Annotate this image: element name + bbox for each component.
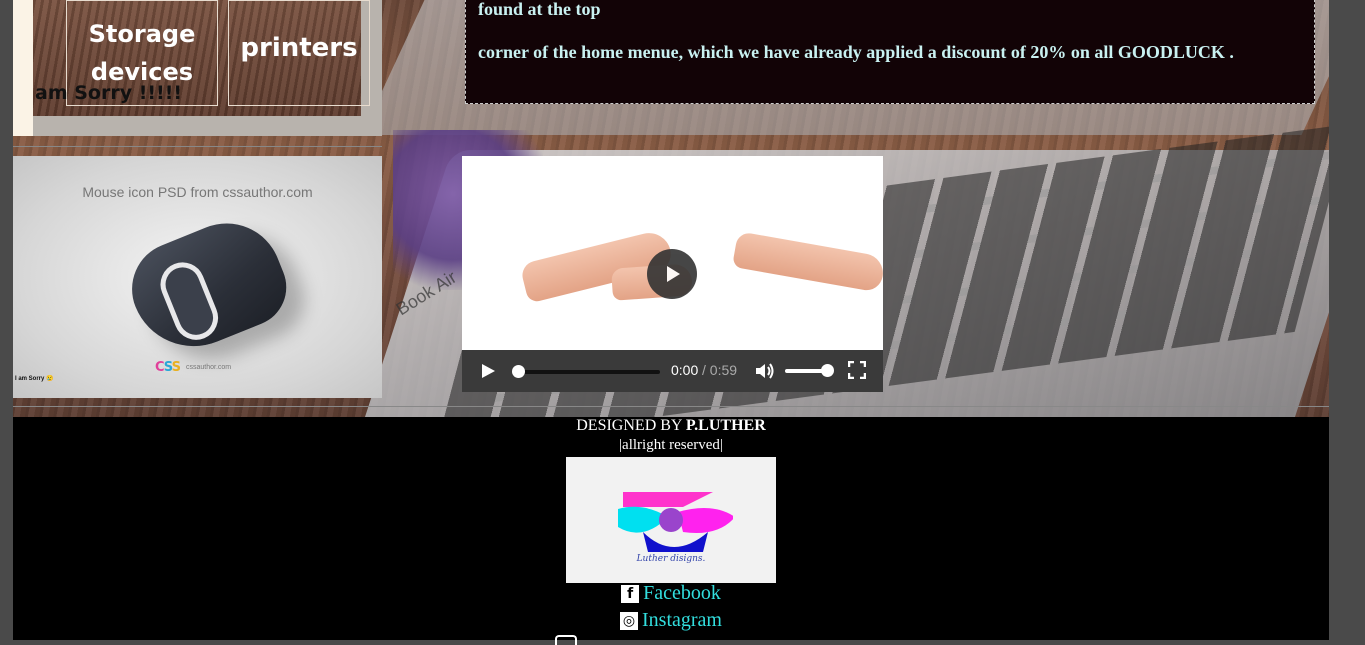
divider-left (13, 146, 382, 147)
partial-social-icon (555, 635, 577, 645)
css-logo-c: C (155, 360, 165, 375)
menu-panel: Storage devices printers am Sorry !!!!! (13, 0, 382, 136)
designed-by-line: DESIGNED BY P.LUTHER (13, 417, 1329, 435)
designed-by-prefix: DESIGNED BY (576, 417, 686, 434)
hand-right-shape (732, 231, 883, 293)
mouse-image-caption: Mouse icon PSD from cssauthor.com (82, 184, 313, 200)
video-controls: 0:00 / 0:59 (462, 350, 883, 392)
mouse-image-site: cssauthor.com (186, 364, 232, 371)
play-icon (667, 266, 680, 282)
video-player[interactable]: 0:00 / 0:59 (462, 156, 883, 392)
time-total: / 0:59 (702, 362, 737, 378)
rights-text: |allright reserved| (619, 437, 723, 453)
fullscreen-icon[interactable] (848, 361, 866, 379)
storage-label-line1: Storage (88, 20, 196, 48)
facebook-link[interactable]: Facebook (643, 582, 721, 605)
instagram-icon: ◎ (620, 611, 638, 630)
mouse-image: Mouse icon PSD from cssauthor.com CSS cs… (13, 156, 382, 398)
info-line-1: found at the top (478, 0, 601, 19)
sorry-text: am Sorry !!!!! (35, 82, 183, 104)
printers-link[interactable]: printers (228, 0, 370, 106)
css-logo-s2: S (171, 360, 181, 375)
logo-icon (618, 492, 733, 552)
time-current: 0:00 (671, 362, 699, 378)
luther-designs-logo: Luther disigns. (566, 457, 776, 583)
css-logo: CSS (155, 360, 181, 375)
play-icon[interactable] (480, 363, 496, 379)
page-container: Book Air Storage devices printers am Sor… (13, 0, 1329, 645)
big-play-button[interactable] (647, 249, 697, 299)
video-frame (462, 156, 883, 350)
footer: DESIGNED BY P.LUTHER |allright reserved|… (13, 417, 1329, 645)
seek-handle[interactable] (512, 365, 525, 378)
divider-bottom (13, 406, 1329, 407)
info-line-2: corner of the home menue, which we have … (478, 42, 1234, 62)
time-total-value: 0:59 (709, 362, 738, 378)
time-separator: / (702, 362, 710, 378)
social-facebook: f Facebook (13, 582, 1329, 605)
social-instagram: ◎ Instagram (13, 609, 1329, 632)
printers-label: printers (240, 33, 358, 63)
info-box: found at the top corner of the home menu… (465, 0, 1315, 104)
volume-handle[interactable] (821, 364, 835, 377)
hero-background: Book Air Storage devices printers am Sor… (13, 0, 1329, 417)
instagram-link[interactable]: Instagram (642, 609, 722, 632)
facebook-icon: f (621, 584, 640, 603)
logo-caption: Luther disigns. (636, 554, 706, 564)
mouse-icon (117, 206, 299, 366)
css-logo-s1: S (163, 360, 173, 375)
sorry-small-text: I am Sorry 😢 (15, 376, 54, 382)
seek-bar[interactable] (514, 370, 660, 374)
volume-icon[interactable] (755, 362, 775, 380)
designer-name: P.LUTHER (685, 417, 766, 434)
